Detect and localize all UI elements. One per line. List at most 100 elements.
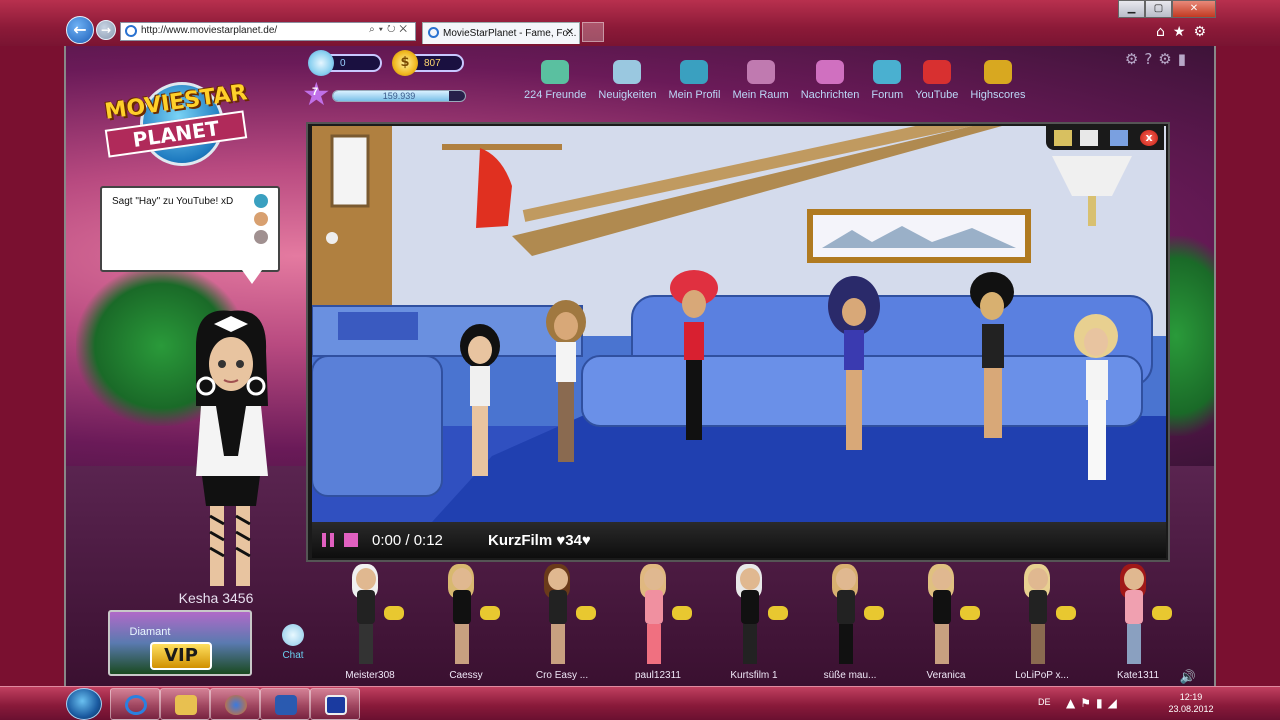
back-button[interactable]: ← — [66, 16, 94, 44]
language-indicator[interactable]: DE — [1038, 697, 1051, 707]
friend-name[interactable]: Veranica — [898, 670, 994, 681]
taskbar-ie-button[interactable] — [110, 688, 160, 720]
tab-moviestarplanet[interactable]: MovieStarPlanet - Fame, Fo... ✕ — [422, 22, 580, 44]
movie-title: KurzFilm ♥34♥ — [488, 532, 591, 549]
nav-neuigkeiten[interactable]: Neuigkeiten — [598, 60, 656, 101]
coins-value: 807 — [424, 58, 441, 69]
window-close-button[interactable]: ✕ — [1172, 0, 1216, 18]
friend-avatar[interactable] — [1118, 564, 1148, 668]
speaker-icon[interactable]: 🔊 — [1180, 670, 1196, 685]
friend-legs — [359, 624, 373, 664]
friend-chat-icon[interactable] — [1056, 606, 1076, 620]
avatar-face-icon[interactable] — [254, 212, 268, 226]
taskbar-app-button[interactable] — [310, 688, 360, 720]
windows-taskbar: DE ▲⚑▮◢ 12:19 23.08.2012 — [0, 686, 1280, 720]
friend-head — [836, 568, 856, 590]
game-page: MOVIESTAR PLANET 0 $ 807 ★ 7 159.939 224… — [64, 46, 1216, 686]
friend-name[interactable]: Kurtsfilm 1 — [706, 670, 802, 681]
friend-name[interactable]: Caessy — [418, 670, 514, 681]
nav-mein-profil[interactable]: Mein Profil — [668, 60, 720, 101]
address-url[interactable]: http://www.moviestarplanet.de/ — [141, 25, 277, 36]
friend-avatar[interactable] — [926, 564, 956, 668]
friend-avatar[interactable] — [350, 564, 380, 668]
nav-icon — [816, 60, 845, 84]
friend-body — [1029, 590, 1047, 624]
taskbar-firefox-button[interactable] — [210, 688, 260, 720]
vip-panel[interactable]: Diamant VIP — [108, 610, 252, 676]
nav-forum[interactable]: Forum — [871, 60, 903, 101]
address-bar[interactable]: http://www.moviestarplanet.de/ ⌕▾↻✕ — [120, 22, 416, 41]
stop-button[interactable] — [344, 533, 358, 547]
friend-chat-icon[interactable] — [384, 606, 404, 620]
friend-name[interactable]: süße mau... — [802, 670, 898, 681]
friend-name[interactable]: LoLiPoP x... — [994, 670, 1090, 681]
friend-item[interactable]: LoLiPoP x... — [994, 558, 1090, 686]
chat-bubble-tail — [242, 270, 262, 284]
friend-avatar[interactable] — [734, 564, 764, 668]
vip-badge[interactable]: VIP — [150, 642, 212, 670]
nav-icon — [983, 60, 1012, 84]
pause-button[interactable] — [322, 533, 334, 547]
diamonds-counter[interactable]: 0 — [308, 50, 382, 76]
friend-chat-icon[interactable] — [576, 606, 596, 620]
emote-icon[interactable] — [254, 194, 268, 208]
friend-name[interactable]: Cro Easy ... — [514, 670, 610, 681]
fame-progress-bar: 159.939 — [332, 90, 466, 102]
mail-icon[interactable] — [1080, 130, 1098, 146]
settings-icons[interactable]: ⚙?⚙▮ — [1125, 50, 1192, 68]
friend-item[interactable]: Veranica — [898, 558, 994, 686]
address-tools-icons[interactable]: ⌕▾↻✕ — [369, 24, 411, 35]
maximize-button[interactable]: ▢ — [1145, 0, 1172, 18]
friend-chat-icon[interactable] — [672, 606, 692, 620]
friend-item[interactable]: Kurtsfilm 1 — [706, 558, 802, 686]
diamonds-value: 0 — [340, 58, 346, 69]
friend-avatar[interactable] — [542, 564, 572, 668]
friend-chat-icon[interactable] — [480, 606, 500, 620]
new-tab-button[interactable] — [582, 22, 604, 42]
friend-avatar[interactable] — [830, 564, 860, 668]
friend-chat-icon[interactable] — [864, 606, 884, 620]
taskbar-explorer-button[interactable] — [160, 688, 210, 720]
friend-chat-icon[interactable] — [1152, 606, 1172, 620]
chat-button[interactable]: Chat — [276, 624, 310, 661]
friend-item[interactable]: süße mau... — [802, 558, 898, 686]
friend-avatar[interactable] — [638, 564, 668, 668]
friends-icon[interactable] — [1110, 130, 1128, 146]
minimize-button[interactable]: ▁ — [1118, 0, 1145, 18]
nav-nachrichten[interactable]: Nachrichten — [801, 60, 859, 101]
friend-legs — [647, 624, 661, 664]
nav-label: YouTube — [915, 89, 959, 101]
start-button[interactable] — [66, 688, 102, 720]
player-avatar[interactable] — [176, 306, 286, 596]
movie-scene[interactable] — [312, 126, 1166, 522]
friend-item[interactable]: Kate1311 — [1090, 558, 1186, 686]
nav-label: Highscores — [970, 89, 1026, 101]
nav-224-freunde[interactable]: 224 Freunde — [524, 60, 586, 101]
movie-close-icon[interactable]: x — [1140, 130, 1158, 146]
friend-item[interactable]: Meister308 — [322, 558, 418, 686]
friend-chat-icon[interactable] — [960, 606, 980, 620]
tray-icons[interactable]: ▲⚑▮◢ — [1066, 696, 1122, 710]
taskbar-word-button[interactable] — [260, 688, 310, 720]
nav-mein-raum[interactable]: Mein Raum — [732, 60, 789, 101]
friend-item[interactable]: Cro Easy ... — [514, 558, 610, 686]
edit-pencil-icon[interactable] — [1054, 130, 1072, 146]
friend-name[interactable]: paul12311 — [610, 670, 706, 681]
avatar-small-icon[interactable] — [254, 230, 268, 244]
player-name[interactable]: Kesha 3456 — [156, 590, 276, 606]
forward-button[interactable]: → — [96, 20, 116, 40]
tab-close-icon[interactable]: ✕ — [566, 27, 574, 38]
clock[interactable]: 12:19 23.08.2012 — [1156, 691, 1226, 715]
browser-toolbar-icons[interactable]: ⌂★⚙ — [1156, 24, 1214, 40]
nav-highscores[interactable]: Highscores — [970, 60, 1025, 101]
friend-item[interactable]: paul12311 — [610, 558, 706, 686]
coins-counter[interactable]: $ 807 — [392, 50, 464, 76]
moviestarplanet-logo[interactable]: MOVIESTAR PLANET — [96, 74, 256, 166]
friend-item[interactable]: Caessy — [418, 558, 514, 686]
nav-youtube[interactable]: YouTube — [915, 60, 958, 101]
friend-avatar[interactable] — [446, 564, 476, 668]
friend-name[interactable]: Kate1311 — [1090, 670, 1186, 681]
friend-avatar[interactable] — [1022, 564, 1052, 668]
friend-name[interactable]: Meister308 — [322, 670, 418, 681]
friend-chat-icon[interactable] — [768, 606, 788, 620]
